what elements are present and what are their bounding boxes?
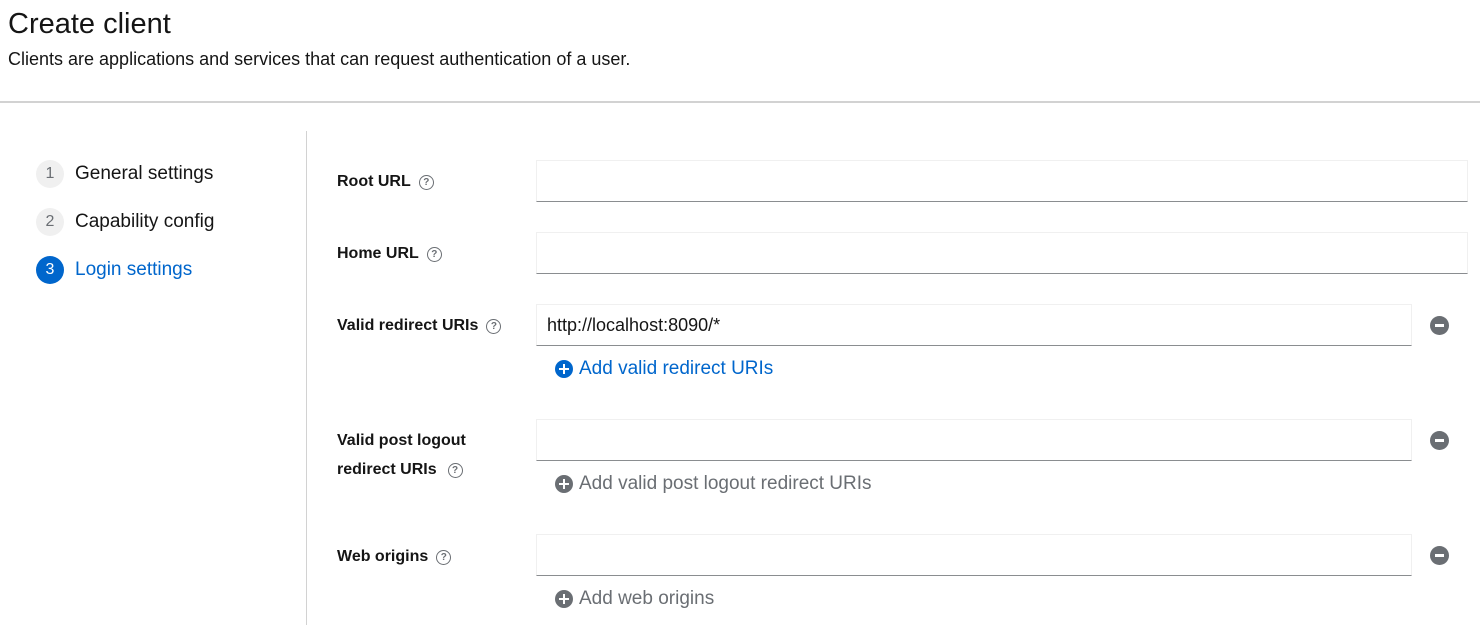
valid-redirect-uris-label: Valid redirect URIs? bbox=[337, 312, 502, 340]
step-number: 2 bbox=[36, 208, 64, 236]
plus-circle-icon bbox=[555, 360, 573, 378]
page-title: Create client bbox=[8, 8, 171, 40]
root-url-label-text: Root URL bbox=[337, 173, 411, 190]
valid-post-logout-label-line2: redirect URIs bbox=[337, 461, 437, 478]
minus-circle-icon[interactable] bbox=[1430, 431, 1449, 450]
page-subtitle: Clients are applications and services th… bbox=[8, 49, 631, 69]
minus-circle-icon[interactable] bbox=[1430, 316, 1449, 335]
step-label: Login settings bbox=[75, 259, 193, 280]
valid-post-logout-input[interactable] bbox=[536, 419, 1412, 461]
valid-redirect-uris-label-text: Valid redirect URIs bbox=[337, 317, 479, 334]
step-label: Capability config bbox=[75, 211, 215, 232]
page-header: Create client Clients are applications a… bbox=[0, 0, 1480, 103]
wizard-step-login-settings[interactable]: 3 Login settings bbox=[36, 255, 192, 285]
valid-redirect-uri-input[interactable] bbox=[536, 304, 1412, 346]
home-url-input[interactable] bbox=[536, 232, 1468, 274]
question-circle-icon[interactable]: ? bbox=[418, 175, 434, 190]
web-origins-label: Web origins? bbox=[337, 543, 452, 571]
question-circle-icon[interactable]: ? bbox=[436, 550, 452, 565]
add-valid-redirect-uris-label: Add valid redirect URIs bbox=[579, 358, 774, 379]
valid-post-logout-label-2: redirect URIs? bbox=[337, 456, 463, 484]
add-valid-redirect-uris-button[interactable]: Add valid redirect URIs bbox=[555, 356, 773, 382]
plus-circle-icon bbox=[555, 475, 573, 493]
valid-post-logout-label-line1: Valid post logout bbox=[337, 432, 466, 449]
web-origins-label-text: Web origins bbox=[337, 548, 429, 565]
plus-circle-icon bbox=[555, 590, 573, 608]
question-circle-icon[interactable]: ? bbox=[426, 247, 442, 262]
valid-post-logout-label: Valid post logout bbox=[337, 427, 466, 455]
wizard-nav: 1 General settings 2 Capability config 3… bbox=[0, 131, 307, 625]
web-origins-input[interactable] bbox=[536, 534, 1412, 576]
question-circle-icon[interactable]: ? bbox=[447, 463, 463, 478]
root-url-label: Root URL? bbox=[337, 168, 434, 196]
step-label: General settings bbox=[75, 163, 214, 184]
home-url-label: Home URL? bbox=[337, 240, 442, 268]
root-url-input[interactable] bbox=[536, 160, 1468, 202]
wizard-step-capability-config[interactable]: 2 Capability config bbox=[36, 207, 214, 237]
add-web-origins-button[interactable]: Add web origins bbox=[555, 586, 714, 612]
wizard-step-general-settings[interactable]: 1 General settings bbox=[36, 159, 213, 189]
add-valid-post-logout-label: Add valid post logout redirect URIs bbox=[579, 473, 872, 494]
step-number: 1 bbox=[36, 160, 64, 188]
add-web-origins-label: Add web origins bbox=[579, 588, 715, 609]
minus-circle-icon[interactable] bbox=[1430, 546, 1449, 565]
add-valid-post-logout-button[interactable]: Add valid post logout redirect URIs bbox=[555, 471, 872, 497]
home-url-label-text: Home URL bbox=[337, 245, 419, 262]
step-number: 3 bbox=[36, 256, 64, 284]
question-circle-icon[interactable]: ? bbox=[486, 319, 502, 334]
